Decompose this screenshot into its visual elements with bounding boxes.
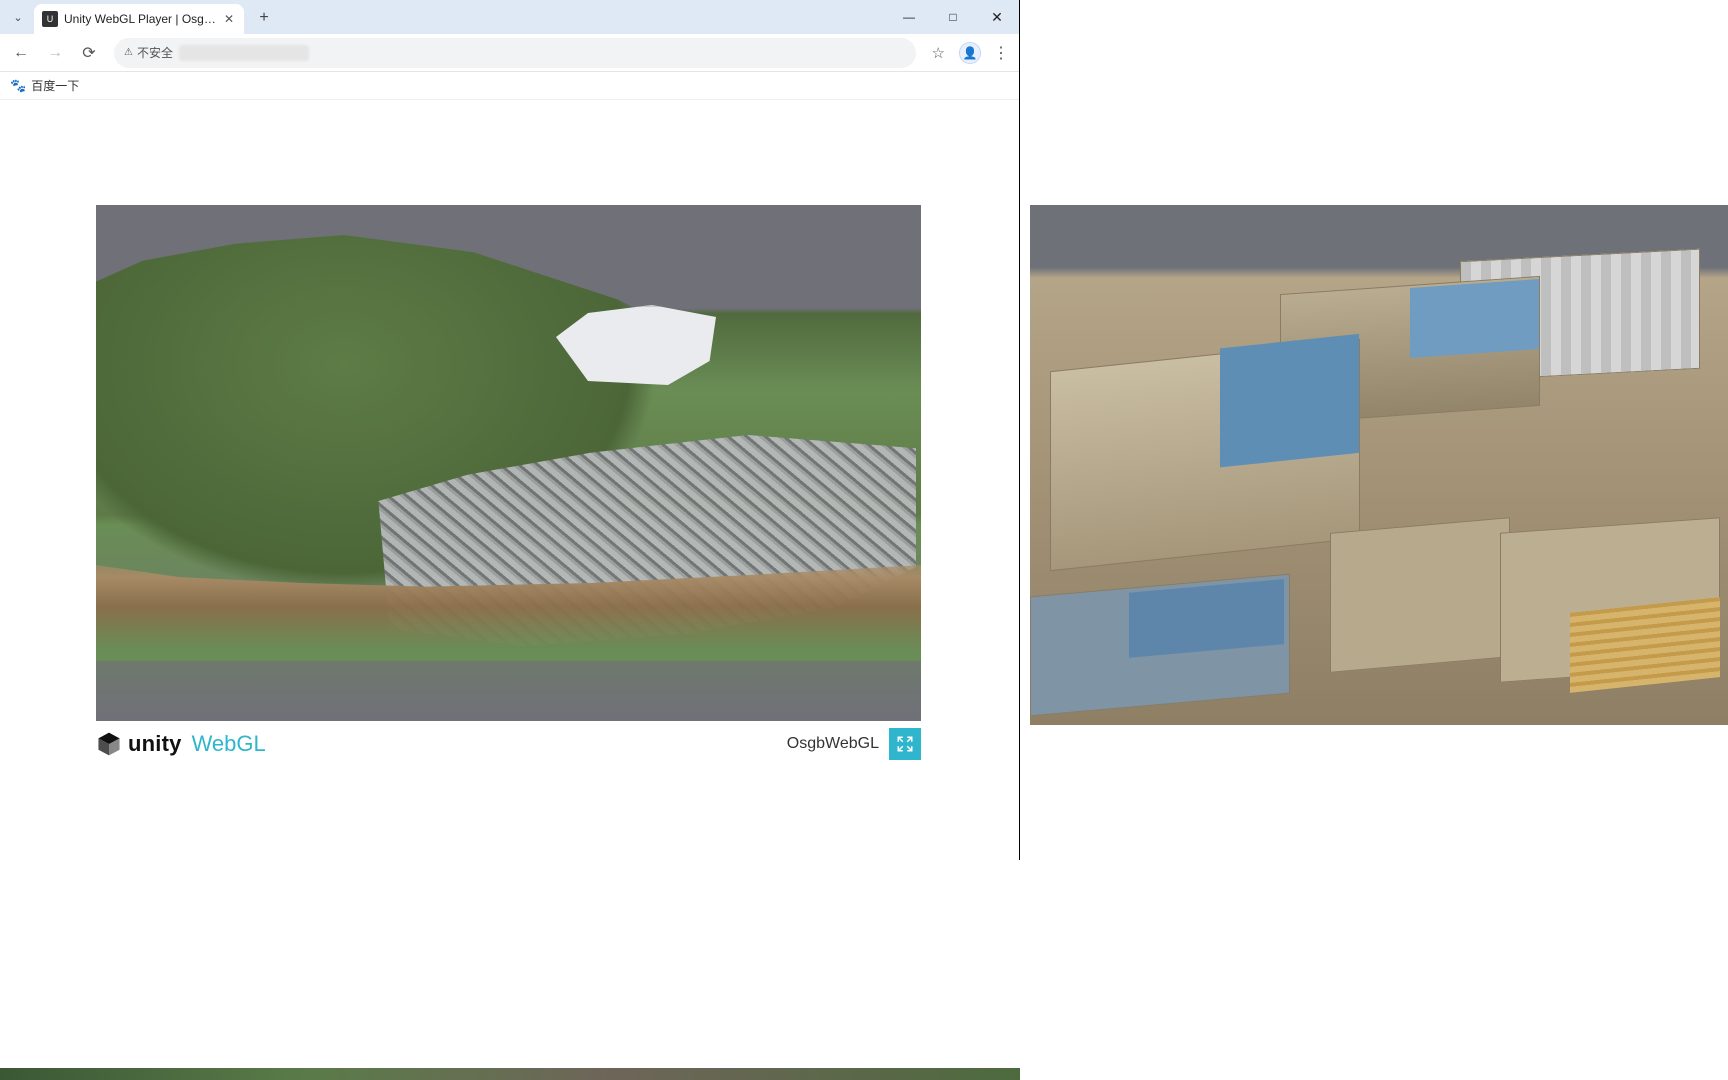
plus-icon: + bbox=[259, 9, 268, 27]
unity-brand-text: unity bbox=[128, 731, 182, 757]
unity-player-container: unity WebGL OsgbWebGL bbox=[96, 205, 921, 761]
unity-webgl-canvas[interactable] bbox=[96, 205, 921, 721]
window-close-button[interactable]: ✕ bbox=[975, 0, 1019, 34]
arrow-right-icon: → bbox=[47, 44, 63, 62]
nav-reload-button[interactable]: ⟳ bbox=[74, 38, 104, 68]
profile-button[interactable]: 👤 bbox=[959, 42, 981, 64]
bookmarks-bar: 🐾 百度一下 bbox=[0, 72, 1019, 100]
profile-icon: 👤 bbox=[963, 46, 978, 60]
unity-logo: unity WebGL bbox=[96, 731, 266, 757]
window-minimize-button[interactable]: — bbox=[887, 0, 931, 34]
page-viewport: unity WebGL OsgbWebGL bbox=[0, 100, 1019, 860]
security-chip[interactable]: ⚠ 不安全 bbox=[124, 44, 173, 61]
browser-menu-button[interactable]: ⋮ bbox=[989, 43, 1013, 63]
new-tab-button[interactable]: + bbox=[250, 4, 278, 32]
unity-footer-bar: unity WebGL OsgbWebGL bbox=[96, 721, 921, 761]
star-icon: ☆ bbox=[932, 45, 945, 62]
secondary-3d-render[interactable] bbox=[1030, 205, 1728, 725]
fullscreen-button[interactable] bbox=[889, 728, 921, 760]
window-controls: — □ ✕ bbox=[887, 0, 1019, 34]
chevron-down-icon: ⌄ bbox=[13, 11, 22, 24]
browser-window: ⌄ U Unity WebGL Player | OsgbW ✕ + — □ ✕… bbox=[0, 0, 1020, 860]
browser-toolbar: ← → ⟳ ⚠ 不安全 ☆ 👤 ⋮ bbox=[0, 34, 1019, 72]
warning-icon: ⚠ bbox=[124, 47, 133, 58]
background-render-sliver bbox=[0, 1068, 1020, 1080]
maximize-icon: □ bbox=[949, 10, 956, 24]
paw-icon: 🐾 bbox=[10, 78, 26, 94]
unity-cube-icon bbox=[96, 731, 122, 757]
url-input[interactable] bbox=[315, 45, 906, 60]
bookmark-label: 百度一下 bbox=[31, 77, 79, 94]
webgl-brand-text: WebGL bbox=[192, 731, 266, 757]
building-block bbox=[1050, 339, 1360, 572]
unity-favicon-icon: U bbox=[42, 11, 58, 27]
tab-close-button[interactable]: ✕ bbox=[222, 12, 236, 26]
bookmark-star-button[interactable]: ☆ bbox=[926, 44, 951, 62]
nav-back-button[interactable]: ← bbox=[6, 38, 36, 68]
lumber-stack-render bbox=[1570, 597, 1720, 693]
tab-title: Unity WebGL Player | OsgbW bbox=[64, 12, 216, 26]
close-icon: ✕ bbox=[991, 9, 1003, 26]
building-block bbox=[1030, 574, 1290, 717]
address-bar[interactable]: ⚠ 不安全 bbox=[114, 38, 916, 68]
project-title: OsgbWebGL bbox=[787, 735, 879, 753]
url-text-blurred bbox=[179, 45, 309, 61]
tab-search-dropdown[interactable]: ⌄ bbox=[6, 5, 30, 29]
security-label: 不安全 bbox=[137, 44, 173, 61]
kebab-icon: ⋮ bbox=[993, 43, 1009, 63]
browser-tab-active[interactable]: U Unity WebGL Player | OsgbW ✕ bbox=[34, 4, 244, 34]
fullscreen-icon bbox=[896, 735, 914, 753]
tab-strip: ⌄ U Unity WebGL Player | OsgbW ✕ + — □ ✕ bbox=[0, 0, 1019, 34]
bookmark-item-baidu[interactable]: 🐾 百度一下 bbox=[10, 77, 79, 94]
minimize-icon: — bbox=[903, 10, 915, 24]
arrow-left-icon: ← bbox=[13, 44, 29, 62]
reload-icon: ⟳ bbox=[82, 43, 95, 63]
nav-forward-button[interactable]: → bbox=[40, 38, 70, 68]
building-block bbox=[1330, 517, 1510, 673]
window-maximize-button[interactable]: □ bbox=[931, 0, 975, 34]
